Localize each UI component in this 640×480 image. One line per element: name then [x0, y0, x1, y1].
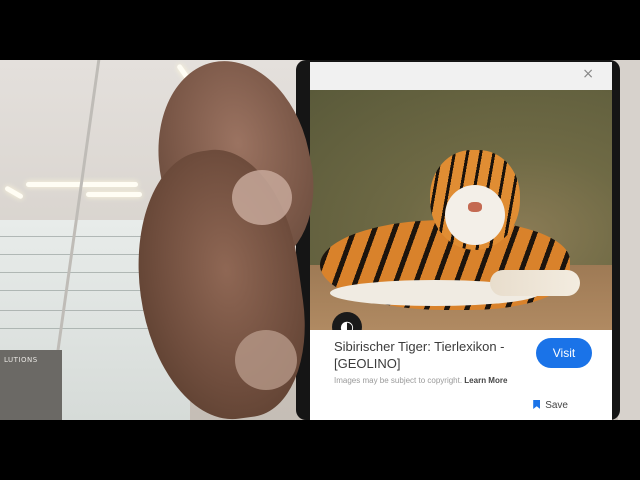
learn-more-link[interactable]: Learn More — [464, 376, 507, 385]
save-label: Save — [545, 400, 568, 411]
result-title[interactable]: Sibirischer Tiger: Tierlexikon - [GEOLIN… — [334, 338, 534, 372]
result-info-panel: Sibirischer Tiger: Tierlexikon - [GEOLIN… — [310, 330, 612, 420]
browser-bar: × — [310, 62, 612, 90]
photo-frame: LUTIONS × ◐ Sibirischer Tiger: Tierlexik… — [0, 0, 640, 480]
tiger-face — [445, 185, 505, 245]
disclaimer-text: Images may be subject to copyright. — [334, 376, 463, 385]
tiger-image[interactable]: ◐ — [310, 90, 612, 342]
bookmark-icon — [533, 400, 541, 409]
phone-screen: × ◐ Sibirischer Tiger: Tierlexikon - [GE… — [310, 62, 612, 420]
fingernail — [235, 330, 297, 390]
right-background — [618, 60, 640, 420]
office-scene: LUTIONS × ◐ Sibirischer Tiger: Tierlexik… — [0, 60, 640, 420]
ceiling-light — [86, 192, 142, 197]
copyright-disclaimer: Images may be subject to copyright. Lear… — [334, 376, 507, 385]
fingernail — [232, 170, 292, 225]
visit-button[interactable]: Visit — [536, 338, 592, 368]
tiger-nose — [468, 202, 482, 212]
save-button[interactable]: Save — [533, 400, 568, 411]
close-icon[interactable]: × — [582, 66, 594, 82]
tiger-leg — [490, 270, 580, 296]
wall-sign-text: LUTIONS — [4, 356, 38, 364]
